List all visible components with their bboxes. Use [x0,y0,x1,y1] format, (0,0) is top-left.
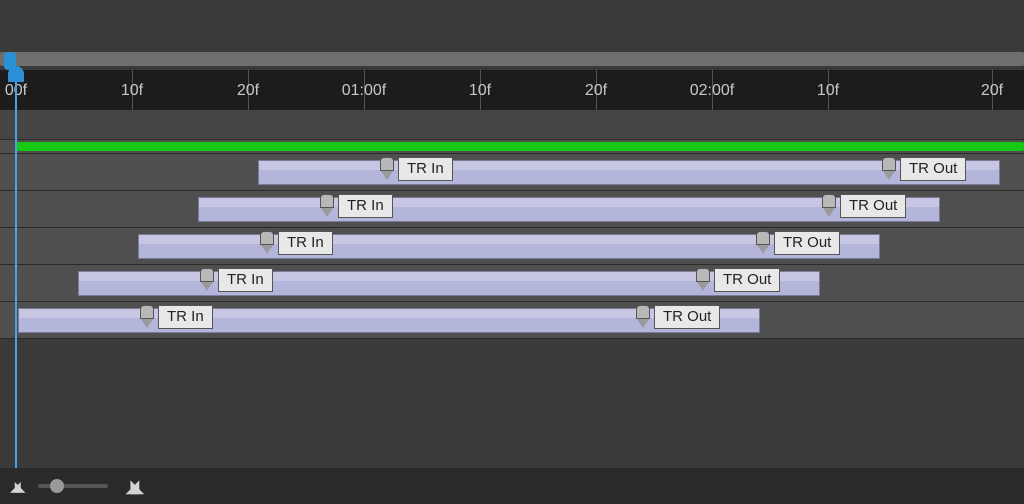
marker-pin-icon [258,231,276,257]
track-row: TR In TR Out [0,228,1024,265]
marker-label: TR Out [840,194,906,218]
track-row: TR In TR Out [0,265,1024,302]
ruler-tick-label: 02:00f [690,82,734,100]
marker-label: TR In [398,157,453,181]
marker-label: TR Out [774,231,840,255]
track-row-header [0,110,1024,140]
track-row: TR In TR Out [0,302,1024,339]
playhead-line[interactable] [15,70,17,468]
marker-tr-in[interactable]: TR In [198,268,273,294]
marker-tr-in[interactable]: TR In [258,231,333,257]
work-area-row [0,140,1024,154]
marker-tr-in[interactable]: TR In [138,305,213,331]
marker-tr-out[interactable]: TR Out [634,305,720,331]
zoom-slider[interactable] [38,484,108,488]
bottom-toolbar: ◢◣ ◢◣ [0,468,1024,504]
tracks-area: TR InTR OutTR InTR OutTR InTR OutTR InTR… [0,110,1024,339]
ruler-tick-label: 01:00f [342,82,386,100]
zoom-in-icon[interactable]: ◢◣ [126,476,136,497]
zoom-out-icon[interactable]: ◢◣ [10,478,20,495]
marker-tr-out[interactable]: TR Out [754,231,840,257]
track-row: TR In TR Out [0,191,1024,228]
marker-tr-out[interactable]: TR Out [820,194,906,220]
marker-pin-icon [318,194,336,220]
work-area-bar[interactable] [16,142,1024,151]
marker-pin-icon [198,268,216,294]
time-ruler[interactable]: 00f10f20f01:00f10f20f02:00f10f20f [0,70,1024,110]
ruler-tick-label: 20f [981,82,1003,100]
marker-tr-in[interactable]: TR In [318,194,393,220]
marker-pin-icon [138,305,156,331]
marker-pin-icon [634,305,652,331]
scrubber-track[interactable] [0,52,1024,66]
marker-pin-icon [754,231,772,257]
timeline-panel: 00f10f20f01:00f10f20f02:00f10f20f TR InT… [0,0,1024,504]
empty-tracks-area [0,340,1024,468]
marker-pin-icon [694,268,712,294]
marker-label: TR In [338,194,393,218]
marker-label: TR In [278,231,333,255]
marker-pin-icon [820,194,838,220]
marker-tr-out[interactable]: TR Out [694,268,780,294]
marker-pin-icon [880,157,898,183]
zoom-slider-knob[interactable] [50,479,64,493]
track-row: TR In TR Out [0,154,1024,191]
marker-label: TR Out [900,157,966,181]
marker-label: TR Out [714,268,780,292]
marker-label: TR In [218,268,273,292]
marker-label: TR In [158,305,213,329]
ruler-tick-label: 10f [817,82,839,100]
marker-label: TR Out [654,305,720,329]
ruler-tick-label: 10f [121,82,143,100]
playhead-handle[interactable] [8,66,24,82]
marker-tr-out[interactable]: TR Out [880,157,966,183]
ruler-tick-label: 20f [237,82,259,100]
ruler-tick-label: 20f [585,82,607,100]
marker-tr-in[interactable]: TR In [378,157,453,183]
ruler-tick-label: 10f [469,82,491,100]
marker-pin-icon [378,157,396,183]
